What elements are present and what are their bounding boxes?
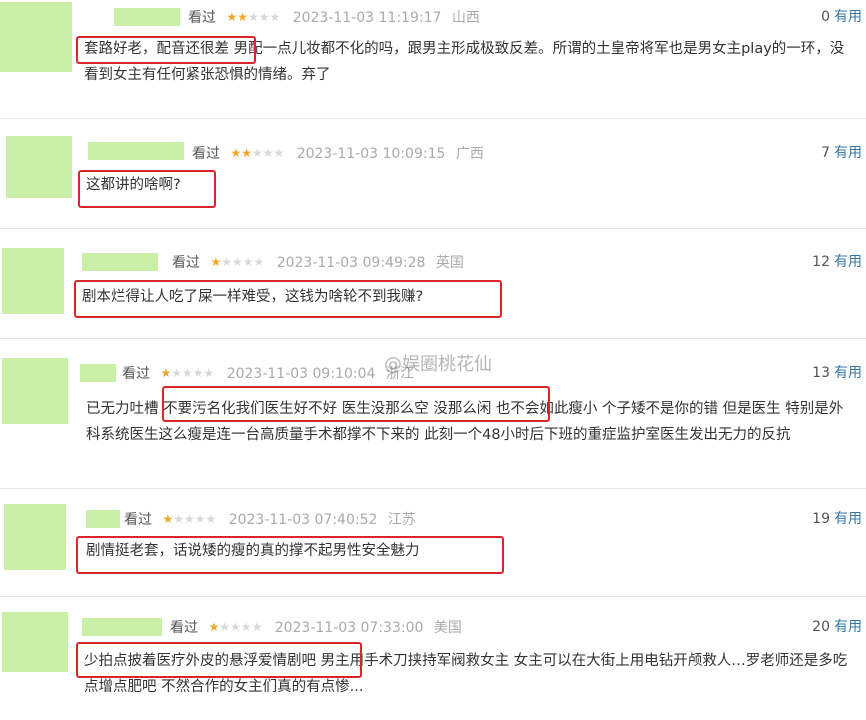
review-date: 2023-11-03 09:10:04 bbox=[226, 366, 376, 382]
review-highlight: 剧情挺老套，话说矮的瘦的真的撑不起男性安全魅力 bbox=[86, 543, 420, 559]
useful-button[interactable]: 有用 bbox=[834, 9, 862, 25]
useful-vote[interactable]: 12 有用 bbox=[812, 253, 862, 271]
useful-button[interactable]: 有用 bbox=[834, 145, 862, 161]
rating-stars-icon: ★★★★★ bbox=[210, 255, 265, 269]
useful-vote[interactable]: 20 有用 bbox=[812, 618, 862, 636]
useful-button[interactable]: 有用 bbox=[834, 511, 862, 527]
review-highlight: 这都讲的啥啊? bbox=[86, 177, 181, 193]
username-mask[interactable] bbox=[88, 142, 184, 160]
divider bbox=[0, 338, 866, 339]
avatar[interactable] bbox=[4, 504, 66, 570]
avatar[interactable] bbox=[0, 2, 72, 72]
review-meta: 看过 ★★★★★ 2023-11-03 07:40:52 江苏 bbox=[124, 510, 416, 529]
rating-stars-icon: ★★★★★ bbox=[160, 366, 215, 380]
rating-stars-icon: ★★★★★ bbox=[226, 10, 281, 24]
useful-vote[interactable]: 13 有用 bbox=[812, 364, 862, 382]
review-content: 已无力吐槽 不要污名化我们医生好不好 医生没那么空 没那么闲 也不会如此瘦小 个… bbox=[86, 396, 856, 448]
review-highlight: 套路好老，配音还很差 bbox=[84, 41, 229, 57]
watched-label: 看过 bbox=[170, 620, 198, 636]
review-date: 2023-11-03 10:09:15 bbox=[296, 146, 446, 162]
review-content: 这都讲的啥啊? bbox=[86, 172, 846, 198]
review-highlight: 不要污名化我们医生好不好 医生没那么空 没那么闲 bbox=[163, 401, 492, 417]
username-mask[interactable] bbox=[86, 510, 120, 528]
review-meta: 看过 ★★★★★ 2023-11-03 09:49:28 英国 bbox=[172, 253, 464, 272]
review-meta: 看过 ★★★★★ 2023-11-03 09:10:04 浙江 bbox=[122, 364, 414, 383]
useful-count: 0 bbox=[821, 9, 830, 25]
review-content: 少拍点披着医疗外皮的悬浮爱情剧吧 男主用手术刀挟持军阀救女主 女主可以在大街上用… bbox=[84, 648, 854, 700]
review-highlight: 少拍点披着医疗外皮的悬浮爱情剧吧 bbox=[84, 653, 316, 669]
review-date: 2023-11-03 11:19:17 bbox=[292, 10, 442, 26]
watched-label: 看过 bbox=[122, 366, 150, 382]
review-content: 剧本烂得让人吃了屎一样难受，这钱为啥轮不到我赚? bbox=[82, 284, 852, 310]
useful-vote[interactable]: 7 有用 bbox=[821, 144, 862, 162]
useful-button[interactable]: 有用 bbox=[834, 254, 862, 270]
watched-label: 看过 bbox=[124, 512, 152, 528]
watched-label: 看过 bbox=[188, 10, 216, 26]
review-location: 江苏 bbox=[387, 512, 416, 528]
useful-button[interactable]: 有用 bbox=[834, 619, 862, 635]
useful-vote[interactable]: 0 有用 bbox=[821, 8, 862, 26]
review-meta: 看过 ★★★★★ 2023-11-03 07:33:00 美国 bbox=[170, 618, 462, 637]
username-mask[interactable] bbox=[82, 618, 162, 636]
review-highlight: 剧本烂得让人吃了屎一样难受，这钱为啥轮不到我赚? bbox=[82, 289, 424, 305]
divider bbox=[0, 118, 866, 119]
divider bbox=[0, 228, 866, 229]
useful-count: 7 bbox=[821, 145, 830, 161]
useful-count: 12 bbox=[812, 254, 830, 270]
rating-stars-icon: ★★★★★ bbox=[162, 512, 217, 526]
review-location: 广西 bbox=[455, 146, 484, 162]
review-location: 英国 bbox=[435, 255, 464, 271]
avatar[interactable] bbox=[2, 248, 64, 314]
avatar[interactable] bbox=[2, 358, 68, 424]
divider bbox=[0, 488, 866, 489]
useful-vote[interactable]: 19 有用 bbox=[812, 510, 862, 528]
avatar[interactable] bbox=[6, 136, 72, 198]
review-prefix: 已无力吐槽 bbox=[86, 401, 164, 417]
divider bbox=[0, 596, 866, 597]
watched-label: 看过 bbox=[172, 255, 200, 271]
rating-stars-icon: ★★★★★ bbox=[208, 620, 263, 634]
review-location: 美国 bbox=[433, 620, 462, 636]
review-location: 山西 bbox=[451, 10, 480, 26]
useful-button[interactable]: 有用 bbox=[834, 365, 862, 381]
review-meta: 看过 ★★★★★ 2023-11-03 10:09:15 广西 bbox=[192, 144, 484, 163]
review-content: 套路好老，配音还很差 男配一点儿妆都不化的吗，跟男主形成极致反差。所谓的土皇帝将… bbox=[84, 36, 854, 88]
review-content: 剧情挺老套，话说矮的瘦的真的撑不起男性安全魅力 bbox=[86, 538, 856, 564]
useful-count: 19 bbox=[812, 511, 830, 527]
useful-count: 13 bbox=[812, 365, 830, 381]
username-mask[interactable] bbox=[82, 253, 158, 271]
review-date: 2023-11-03 07:33:00 bbox=[274, 620, 424, 636]
watermark: @娱圈桃花仙 bbox=[384, 354, 492, 375]
avatar[interactable] bbox=[2, 612, 68, 672]
username-mask[interactable] bbox=[80, 364, 116, 382]
rating-stars-icon: ★★★★★ bbox=[230, 146, 285, 160]
review-meta: 看过 ★★★★★ 2023-11-03 11:19:17 山西 bbox=[188, 8, 480, 27]
username-mask[interactable] bbox=[114, 8, 180, 26]
review-date: 2023-11-03 09:49:28 bbox=[276, 255, 426, 271]
useful-count: 20 bbox=[812, 619, 830, 635]
review-date: 2023-11-03 07:40:52 bbox=[228, 512, 378, 528]
watched-label: 看过 bbox=[192, 146, 220, 162]
